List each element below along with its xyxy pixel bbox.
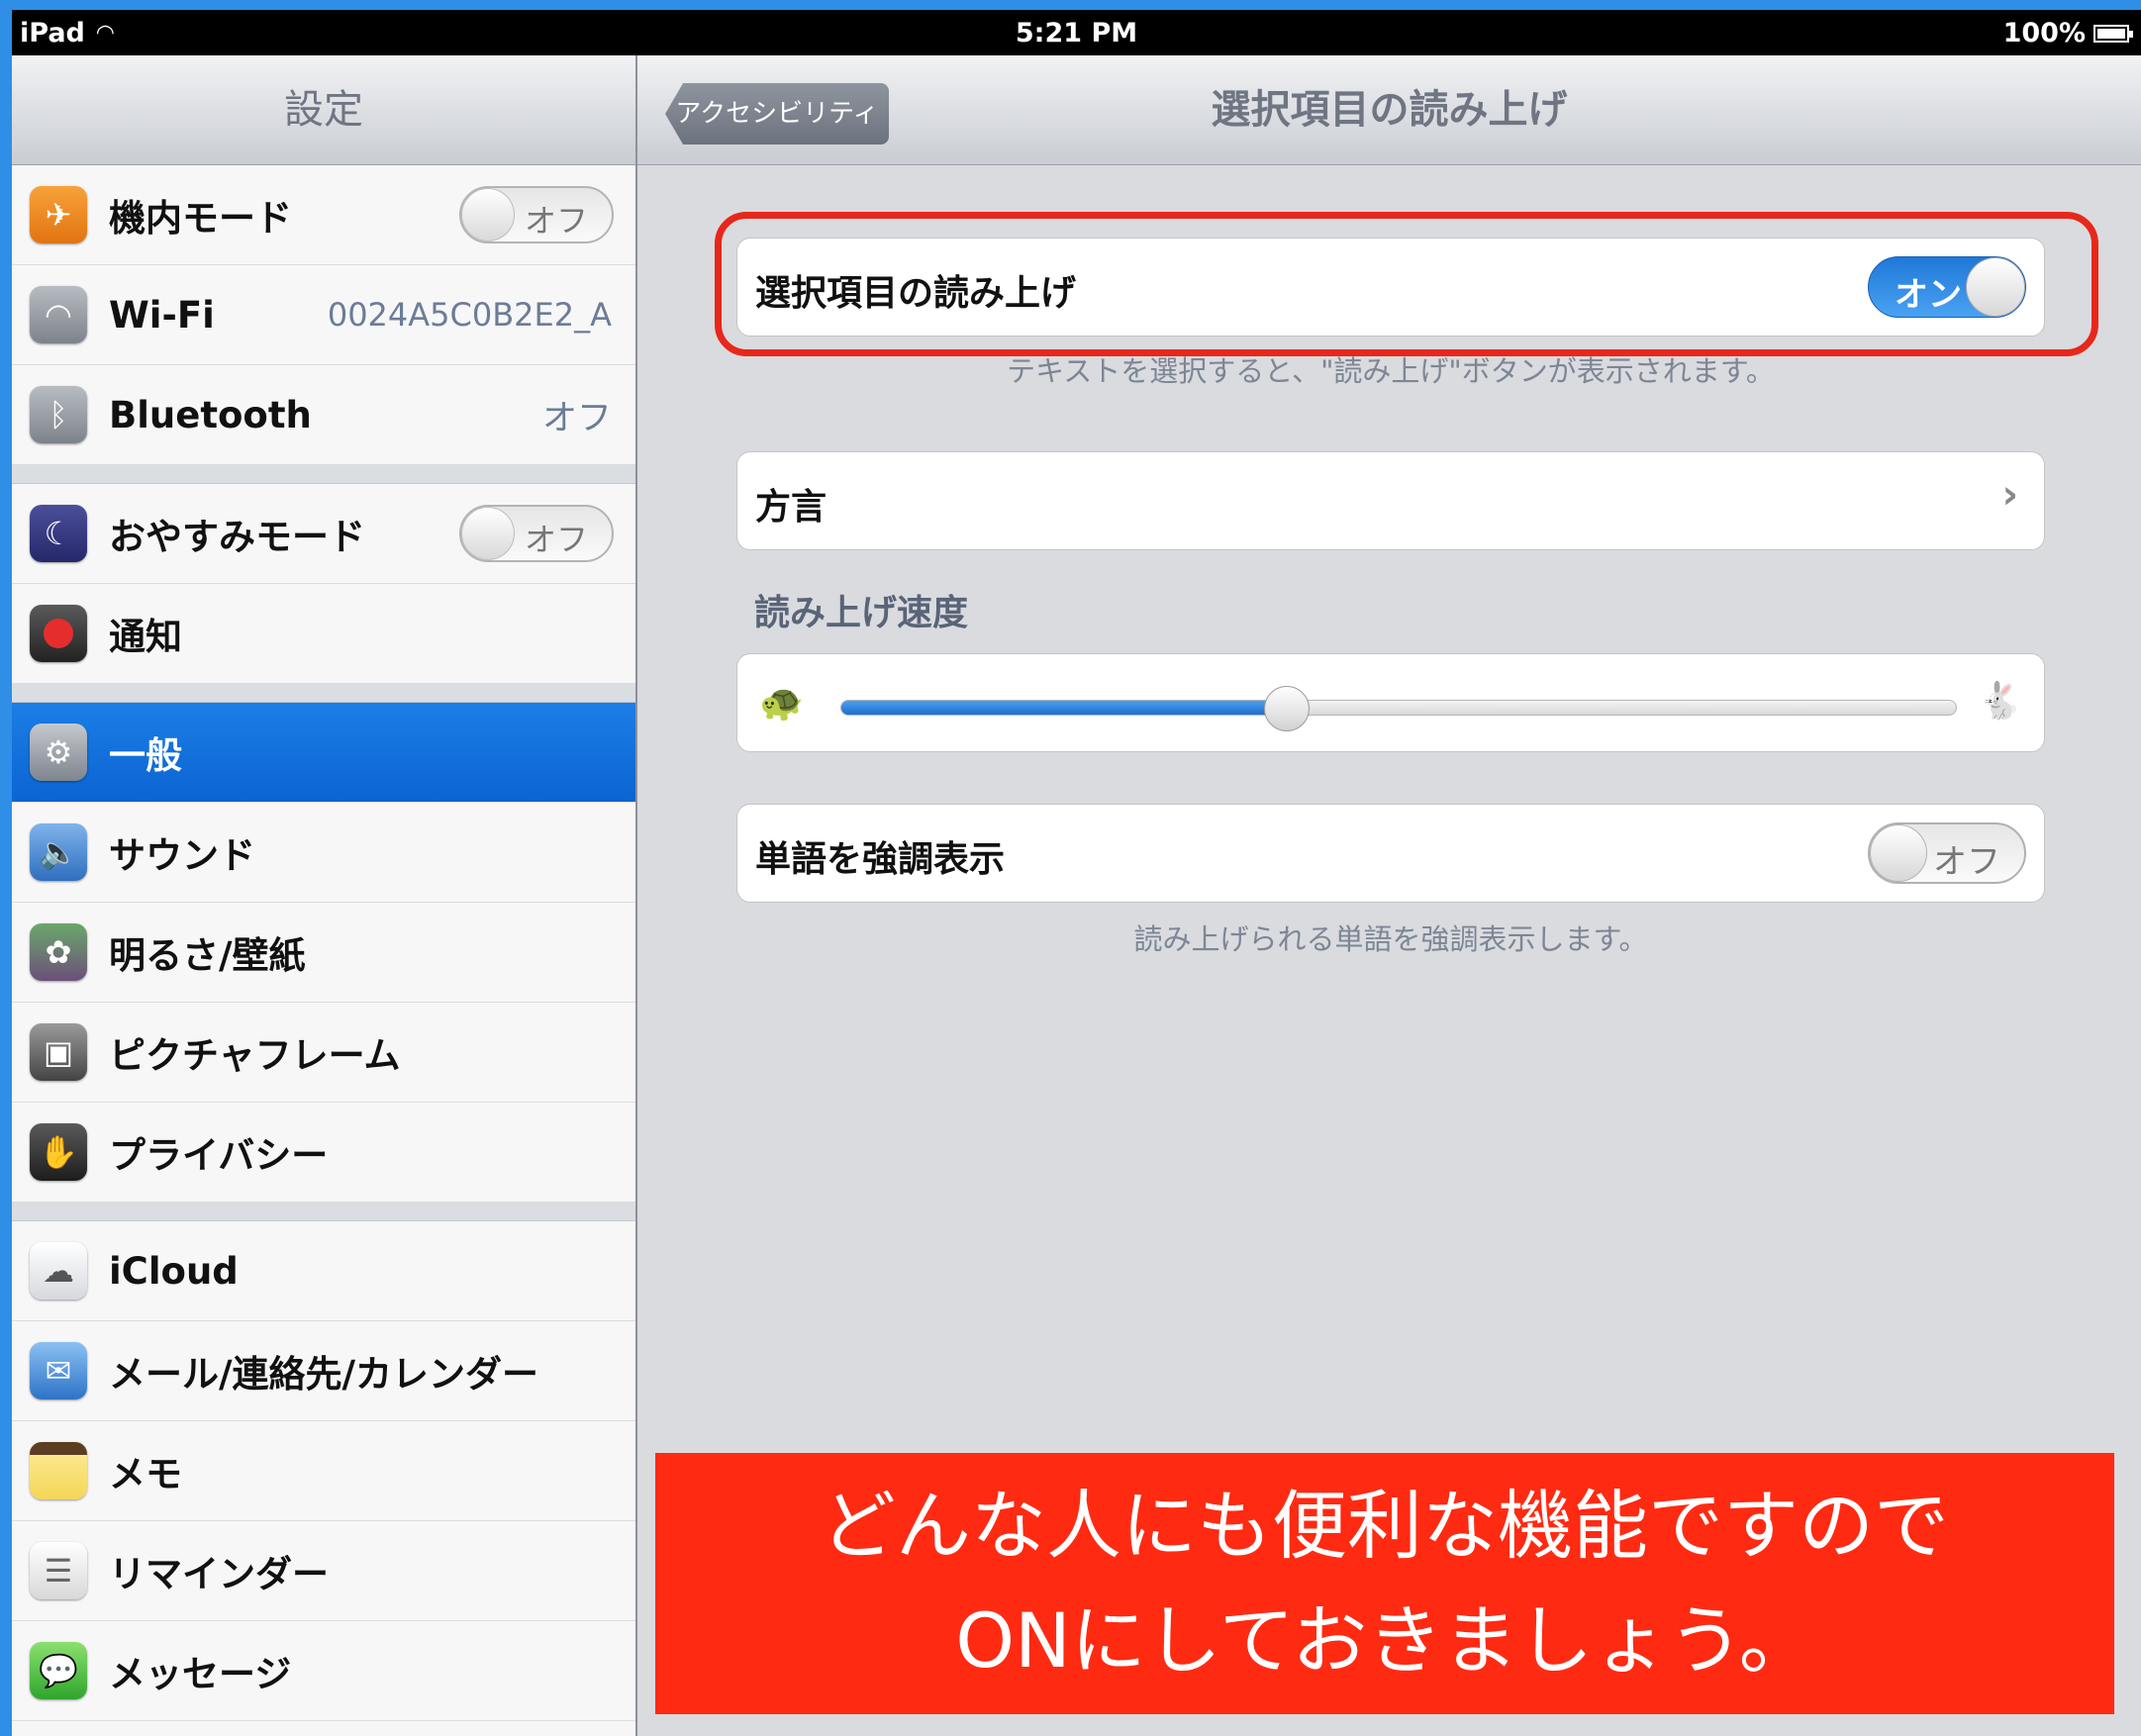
- sidebar-item-brightness-wallpaper[interactable]: ✿ 明るさ/壁紙: [12, 903, 635, 1003]
- caption-line-1: どんな人にも便利な機能ですので: [821, 1482, 1949, 1570]
- bluetooth-icon: ᛒ: [30, 386, 87, 443]
- sidebar-item-label: サウンド: [109, 834, 255, 877]
- notes-icon: [30, 1442, 87, 1499]
- sidebar-item-mail-contacts-calendars[interactable]: ✉ メール/連絡先/カレンダー: [12, 1321, 635, 1421]
- sidebar-item-label: メモ: [109, 1453, 182, 1495]
- sidebar-item-label: 明るさ/壁紙: [109, 934, 306, 977]
- annotation-highlight-box: [715, 212, 2098, 356]
- sidebar-item-label: 一般: [109, 734, 182, 777]
- speaking-rate-slider[interactable]: [840, 700, 1957, 716]
- dialect-label: 方言: [755, 487, 827, 528]
- sidebar-item-general[interactable]: ⚙ 一般: [12, 703, 635, 803]
- section-divider: [12, 465, 635, 484]
- slider-thumb[interactable]: [1264, 686, 1311, 731]
- sidebar-item-notifications[interactable]: 通知: [12, 584, 635, 684]
- wifi-network-name: 0024A5C0B2E2_A: [327, 296, 612, 334]
- highlight-words-switch[interactable]: オフ: [1868, 822, 2026, 884]
- sidebar-item-notes[interactable]: メモ: [12, 1421, 635, 1521]
- sidebar-item-label: おやすみモード: [109, 516, 365, 558]
- slider-fill: [841, 701, 1289, 715]
- mail-icon: ✉: [30, 1342, 87, 1399]
- picture-frame-icon: ▣: [30, 1023, 87, 1081]
- sidebar-item-sounds[interactable]: 🔈 サウンド: [12, 803, 635, 903]
- speaker-icon: 🔈: [30, 823, 87, 881]
- switch-state: オフ: [524, 521, 588, 558]
- status-bar: iPad ◠ 5:21 PM 100%: [12, 10, 2141, 55]
- sidebar-item-airplane-mode[interactable]: ✈ 機内モード オフ: [12, 165, 635, 265]
- caption-banner: どんな人にも便利な機能ですので ONにしておきましょう。: [655, 1453, 2114, 1714]
- airplane-mode-switch[interactable]: オフ: [459, 186, 614, 243]
- switch-state: オフ: [1933, 842, 2000, 882]
- sidebar-item-label: ピクチャフレーム: [109, 1034, 401, 1077]
- highlight-words-footnote: 読み上げられる単語を強調表示します。: [1133, 922, 1648, 956]
- caption-line-2: ONにしておきましょう。: [955, 1596, 1814, 1685]
- page-title: 選択項目の読み上げ: [1211, 87, 1568, 133]
- switch-knob: [461, 507, 515, 560]
- sidebar-item-label: Wi-Fi: [109, 293, 215, 337]
- section-divider: [12, 684, 635, 703]
- switch-knob: [1870, 824, 1927, 882]
- sidebar-item-wifi[interactable]: ◠ Wi-Fi 0024A5C0B2E2_A: [12, 265, 635, 365]
- hand-icon: ✋: [30, 1123, 87, 1181]
- switch-knob: [461, 188, 515, 241]
- sidebar-item-label: iCloud: [109, 1249, 239, 1293]
- detail-navbar: アクセシビリティ 選択項目の読み上げ: [637, 55, 2141, 165]
- wifi-icon: ◠: [30, 286, 87, 343]
- notification-icon: [30, 605, 87, 662]
- sidebar-item-label: 機内モード: [109, 197, 292, 240]
- do-not-disturb-switch[interactable]: オフ: [459, 505, 614, 562]
- speaking-rate-cell: 🐢 🐇: [736, 653, 2045, 752]
- sidebar-item-do-not-disturb[interactable]: ☾ おやすみモード オフ: [12, 484, 635, 584]
- sidebar-item-label: リマインダー: [109, 1553, 329, 1595]
- gear-icon: ⚙: [30, 723, 87, 781]
- airplane-icon: ✈: [30, 186, 87, 243]
- sidebar-item-label: Bluetooth: [109, 393, 312, 436]
- sidebar-title: 設定: [12, 55, 635, 165]
- chevron-right-icon: ›: [2001, 472, 2018, 518]
- section-divider: [12, 1203, 635, 1221]
- battery-percent: 100%: [2002, 18, 2086, 48]
- bluetooth-status: オフ: [541, 398, 612, 438]
- moon-icon: ☾: [30, 505, 87, 562]
- flower-icon: ✿: [30, 923, 87, 981]
- sidebar-item-privacy[interactable]: ✋ プライバシー: [12, 1103, 635, 1203]
- battery-icon: [2093, 24, 2133, 43]
- sidebar-item-messages[interactable]: 💬 メッセージ: [12, 1621, 635, 1721]
- rabbit-icon: 🐇: [1978, 681, 2022, 722]
- cloud-icon: ☁: [30, 1242, 87, 1300]
- switch-state: オフ: [524, 202, 588, 240]
- sidebar-item-icloud[interactable]: ☁ iCloud: [12, 1221, 635, 1321]
- sidebar-item-label: メッセージ: [109, 1653, 292, 1695]
- sidebar-item-bluetooth[interactable]: ᛒ Bluetooth オフ: [12, 365, 635, 465]
- sidebar-item-reminders[interactable]: ☰ リマインダー: [12, 1521, 635, 1621]
- sidebar-item-label: 通知: [109, 616, 182, 658]
- sidebar-item-label: メール/連絡先/カレンダー: [109, 1353, 539, 1396]
- highlight-words-cell[interactable]: 単語を強調表示 オフ: [736, 804, 2045, 903]
- speaking-rate-header: 読み上げ速度: [754, 593, 969, 633]
- sidebar-item-label: プライバシー: [109, 1134, 329, 1177]
- dialect-cell[interactable]: 方言 ›: [736, 451, 2045, 550]
- clock: 5:21 PM: [1015, 18, 1138, 48]
- turtle-icon: 🐢: [759, 683, 804, 723]
- sidebar-item-picture-frame[interactable]: ▣ ピクチャフレーム: [12, 1003, 635, 1103]
- messages-icon: 💬: [30, 1642, 87, 1699]
- highlight-words-label: 単語を強調表示: [755, 839, 1006, 880]
- reminders-icon: ☰: [30, 1542, 87, 1599]
- settings-sidebar: 設定 ✈ 機内モード オフ ◠ Wi-Fi 0024A5C0B2E2_A ᛒ B…: [12, 55, 637, 1736]
